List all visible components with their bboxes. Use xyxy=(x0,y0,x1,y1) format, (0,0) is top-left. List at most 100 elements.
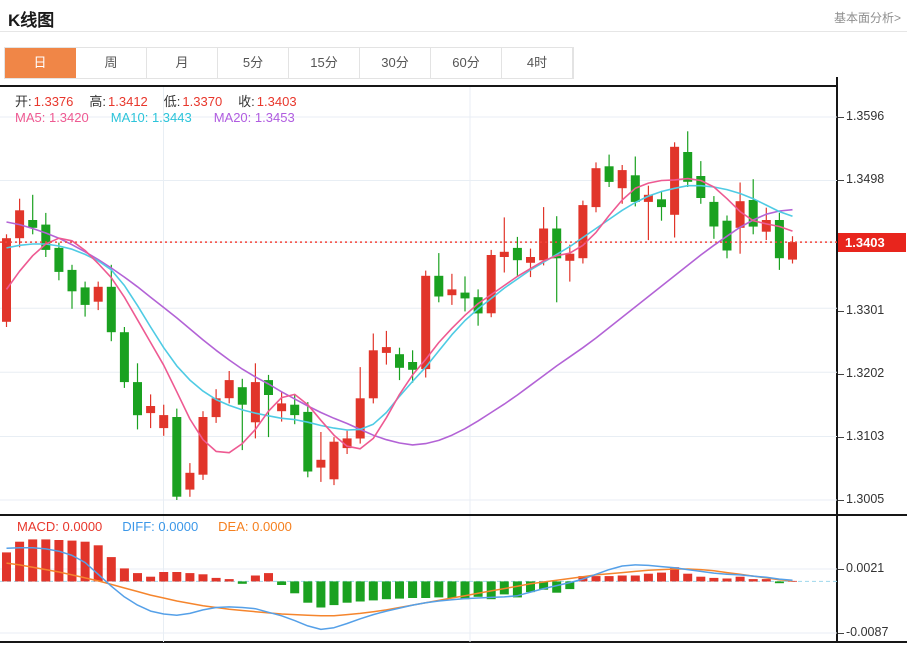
macd-bar xyxy=(303,581,313,603)
candle xyxy=(552,216,562,303)
tab-日[interactable]: 日 xyxy=(5,48,76,78)
axis-tick-mark xyxy=(838,374,844,375)
candle xyxy=(591,162,601,213)
axis-tick-mark xyxy=(838,500,844,501)
axis-tick-mark xyxy=(838,633,844,634)
macd-bar xyxy=(185,573,195,582)
candle xyxy=(748,179,758,235)
macd-bar xyxy=(198,574,208,582)
close-value: 1.3403 xyxy=(256,94,297,109)
tab-30分[interactable]: 30分 xyxy=(360,48,431,78)
candle xyxy=(106,264,116,342)
fundamental-analysis-link[interactable]: 基本面分析> xyxy=(834,9,901,26)
dea-value: 0.0000 xyxy=(252,519,292,534)
candle xyxy=(578,200,588,264)
axis-tick-mark xyxy=(838,311,844,312)
tab-周[interactable]: 周 xyxy=(76,48,147,78)
macd-bar xyxy=(696,576,706,582)
axis-tick-mark xyxy=(838,117,844,118)
macd-bar xyxy=(368,581,378,601)
candle xyxy=(211,389,221,423)
tab-月[interactable]: 月 xyxy=(147,48,218,78)
candle xyxy=(2,234,11,327)
macd-bar xyxy=(591,576,601,582)
candle xyxy=(381,330,391,365)
macd-label: MACD: xyxy=(17,519,59,534)
axis-tick-label: 1.3103 xyxy=(846,429,885,443)
candle xyxy=(54,242,64,281)
candles xyxy=(2,131,797,500)
candle xyxy=(185,463,195,497)
candlestick-plot xyxy=(0,87,837,514)
candle xyxy=(119,327,129,388)
macd-bar xyxy=(735,576,745,582)
tab-4时[interactable]: 4时 xyxy=(502,48,573,78)
candle xyxy=(670,142,680,238)
macd-bar xyxy=(381,581,391,600)
candle xyxy=(539,207,549,266)
period-tabbar: 日周月 5分 15分 30分 60分 4时 xyxy=(4,47,574,79)
candle xyxy=(303,402,313,478)
macd-bar xyxy=(421,581,431,598)
macd-bar xyxy=(604,576,614,582)
macd-bar xyxy=(133,573,142,582)
tab-60分[interactable]: 60分 xyxy=(431,48,502,78)
candle xyxy=(67,264,77,309)
candle xyxy=(709,196,719,239)
macd-bar xyxy=(172,572,182,582)
candle xyxy=(80,281,90,317)
macd-bar xyxy=(316,581,326,608)
ohlc-readout: 开: 1.3376 高: 1.3412 低: 1.3370 收: 1.3403 xyxy=(15,91,297,110)
macd-histogram xyxy=(2,539,797,608)
tab-15分[interactable]: 15分 xyxy=(289,48,360,78)
macd-bar xyxy=(617,575,627,582)
current-price-tag: 1.3403 xyxy=(838,233,906,252)
macd-bar xyxy=(709,577,719,582)
candle xyxy=(499,217,509,273)
candle xyxy=(224,371,234,404)
candle xyxy=(355,367,365,444)
high-label: 高: xyxy=(89,94,107,109)
macd-bar xyxy=(722,578,732,582)
low-value: 1.3370 xyxy=(182,94,223,109)
ma5-label: MA5: xyxy=(15,110,46,125)
macd-bar xyxy=(277,581,287,585)
macd-bar xyxy=(683,573,693,582)
candle xyxy=(146,394,156,429)
macd-bar xyxy=(106,557,116,582)
macd-bar xyxy=(434,581,444,598)
axis-tick-mark xyxy=(838,437,844,438)
macd-bar xyxy=(146,576,156,582)
candle xyxy=(604,154,614,187)
candle xyxy=(342,430,352,454)
axis-tick-label: 1.3596 xyxy=(846,109,885,123)
macd-bar xyxy=(93,545,103,582)
open-label: 开: xyxy=(15,94,32,109)
high-value: 1.3412 xyxy=(108,94,148,109)
macd-bar xyxy=(774,581,784,584)
macd-bar xyxy=(28,539,38,582)
macd-bar xyxy=(264,573,273,582)
axis-tick-mark xyxy=(838,569,844,570)
candle xyxy=(172,408,182,500)
diff-value: 0.0000 xyxy=(158,519,199,534)
candle xyxy=(133,363,142,430)
candle xyxy=(447,273,457,305)
macd-bar xyxy=(630,575,640,582)
axis-tick-label: 1.3301 xyxy=(846,303,885,317)
axis-tick-label: 0.0021 xyxy=(846,561,885,575)
open-value: 1.3376 xyxy=(33,94,74,109)
candle xyxy=(368,333,378,404)
macd-bar xyxy=(41,539,51,582)
candle xyxy=(316,432,326,482)
tab-5分[interactable]: 5分 xyxy=(218,48,289,78)
candle xyxy=(421,270,431,378)
ma10-value: 1.3443 xyxy=(151,110,192,125)
close-label: 收: xyxy=(238,94,255,109)
candle xyxy=(486,249,496,318)
candle xyxy=(630,156,640,207)
ma10-label: MA10: xyxy=(110,110,149,125)
ma-legend: MA5: 1.3420 MA10: 1.3443 MA20: 1.3453 xyxy=(15,110,295,125)
candle xyxy=(788,236,797,264)
macd-bar xyxy=(329,581,339,606)
